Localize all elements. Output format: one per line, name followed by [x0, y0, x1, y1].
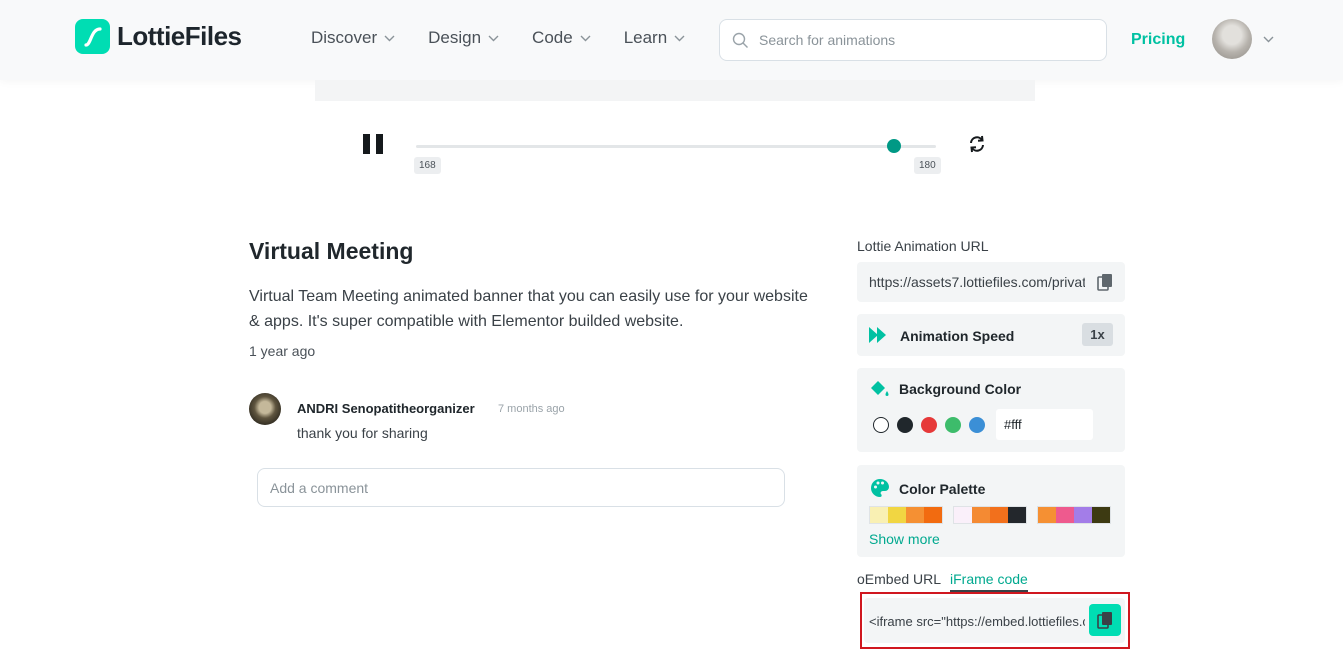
pause-icon-bar: [376, 134, 383, 154]
iframe-code-value[interactable]: <iframe src="https://embed.lottiefiles.c…: [869, 614, 1085, 629]
search-icon: [732, 32, 748, 48]
animation-speed-label: Animation Speed: [900, 328, 1015, 344]
main-nav: Discover Design Code Learn: [311, 28, 718, 48]
nav-discover[interactable]: Discover: [311, 28, 395, 48]
palette-option-1[interactable]: [869, 506, 943, 524]
frame-slider-thumb[interactable]: [887, 139, 902, 153]
pricing-link[interactable]: Pricing: [1131, 31, 1185, 49]
palette-color: [1008, 507, 1026, 523]
palette-color: [990, 507, 1008, 523]
color-palette-card: Color Palette Show more: [857, 465, 1125, 557]
tab-iframe-code[interactable]: iFrame code: [950, 571, 1028, 587]
palette-option-3[interactable]: [1037, 506, 1111, 524]
nav-discover-label: Discover: [311, 28, 378, 47]
background-color-label: Background Color: [899, 381, 1022, 397]
color-palette-label: Color Palette: [899, 481, 986, 497]
palette-icon: [871, 479, 889, 497]
animation-title: Virtual Meeting: [249, 238, 414, 264]
palette-color: [954, 507, 972, 523]
animation-preview-area: [315, 80, 1035, 101]
chevron-down-icon[interactable]: [1263, 36, 1274, 43]
lottiefiles-logo[interactable]: LottieFiles: [75, 19, 242, 54]
copy-iframe-button[interactable]: [1089, 604, 1121, 636]
add-comment-input[interactable]: [257, 468, 785, 507]
chevron-down-icon: [580, 35, 591, 41]
lottie-logo-icon: [75, 19, 110, 54]
palette-color: [1074, 507, 1092, 523]
chevron-down-icon: [488, 35, 499, 41]
show-more-palettes-link[interactable]: Show more: [869, 531, 940, 547]
animation-url-label: Lottie Animation URL: [857, 238, 989, 254]
comment-text: thank you for sharing: [297, 425, 428, 441]
copy-icon[interactable]: [1097, 273, 1113, 291]
palette-color: [972, 507, 990, 523]
copy-icon: [1097, 612, 1112, 629]
nav-learn[interactable]: Learn: [624, 28, 685, 48]
animation-speed-card[interactable]: Animation Speed 1x: [857, 314, 1125, 356]
pause-button[interactable]: [363, 134, 383, 154]
speed-value-button[interactable]: 1x: [1082, 323, 1113, 346]
chevron-down-icon: [384, 35, 395, 41]
frame-end-label: 180: [914, 157, 941, 174]
chevron-down-icon: [674, 35, 685, 41]
fast-forward-icon: [869, 327, 886, 343]
swatch-red[interactable]: [921, 417, 937, 433]
nav-design-label: Design: [428, 28, 482, 47]
palette-color: [1056, 507, 1074, 523]
nav-learn-label: Learn: [623, 28, 668, 47]
comment-time: 7 months ago: [498, 403, 565, 415]
pause-icon-bar: [363, 134, 370, 154]
animation-description: Virtual Team Meeting animated banner tha…: [249, 288, 808, 330]
logo-text: LottieFiles: [117, 21, 242, 51]
tab-oembed-url[interactable]: oEmbed URL: [857, 571, 941, 587]
search-bar[interactable]: [719, 19, 1107, 61]
frame-slider-track[interactable]: [416, 145, 936, 148]
iframe-code-field[interactable]: <iframe src="https://embed.lottiefiles.c…: [864, 598, 1125, 643]
swatch-white[interactable]: [873, 417, 889, 433]
nav-design[interactable]: Design: [428, 28, 499, 48]
user-avatar[interactable]: [1212, 19, 1252, 59]
search-input[interactable]: [759, 32, 1089, 48]
frame-start-label: 168: [414, 157, 441, 174]
hex-color-input[interactable]: [996, 409, 1093, 440]
palette-color: [1038, 507, 1056, 523]
palette-color: [924, 507, 942, 523]
paint-bucket-icon: [871, 381, 889, 396]
palette-color: [1092, 507, 1110, 523]
swatch-dark[interactable]: [897, 417, 913, 433]
palette-color: [906, 507, 924, 523]
palette-color: [888, 507, 906, 523]
swatch-green[interactable]: [945, 417, 961, 433]
comment-author[interactable]: ANDRI Senopatitheorganizer: [297, 401, 475, 416]
upload-time: 1 year ago: [249, 343, 316, 359]
animation-url-value[interactable]: https://assets7.lottiefiles.com/private_…: [869, 274, 1085, 290]
palette-color: [870, 507, 888, 523]
nav-code-label: Code: [532, 28, 573, 47]
top-navbar: LottieFiles Discover Design Code Learn P…: [0, 0, 1343, 80]
commenter-avatar[interactable]: [249, 393, 281, 425]
animation-url-field[interactable]: https://assets7.lottiefiles.com/private_…: [857, 262, 1125, 302]
background-color-card: Background Color: [857, 368, 1125, 452]
palette-option-2[interactable]: [953, 506, 1027, 524]
swatch-blue[interactable]: [969, 417, 985, 433]
nav-code[interactable]: Code: [532, 28, 591, 48]
loop-icon[interactable]: [967, 134, 987, 154]
